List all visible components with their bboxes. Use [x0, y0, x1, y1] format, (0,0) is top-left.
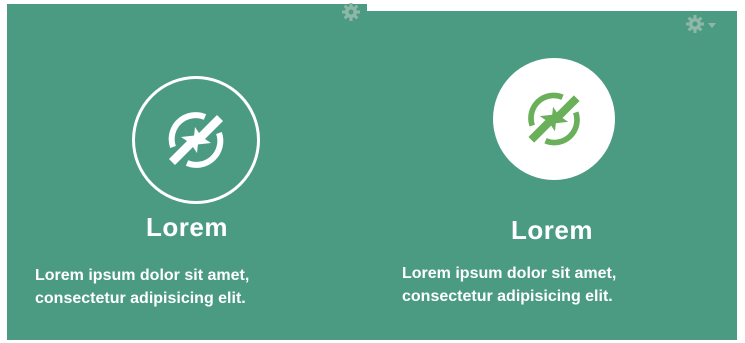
gear-icon [686, 15, 716, 33]
card-description-line-2: consectetur adipisicing elit. [35, 290, 246, 307]
card-description: Lorem ipsum dolor sit amet, consectetur … [35, 264, 345, 310]
card-description-line-1: Lorem ipsum dolor sit amet, [35, 267, 250, 284]
feature-card-1: Lorem Lorem ipsum dolor sit amet, consec… [7, 2, 367, 340]
caret-down-icon [708, 23, 716, 28]
sync-arrows-icon [168, 112, 224, 168]
settings-gear-dropdown[interactable] [685, 14, 719, 34]
card-description-line-2: consectetur adipisicing elit. [402, 288, 613, 305]
gear-icon [342, 3, 360, 21]
icon-container [132, 76, 260, 204]
sync-arrows-icon [528, 92, 580, 146]
card-title: Lorem [511, 215, 593, 245]
card-description: Lorem ipsum dolor sit amet, consectetur … [402, 262, 722, 308]
icon-container [493, 58, 615, 180]
settings-gear-button[interactable] [341, 2, 361, 22]
card-description-line-1: Lorem ipsum dolor sit amet, [402, 265, 617, 282]
card-title: Lorem [146, 212, 228, 242]
feature-card-2: Lorem Lorem ipsum dolor sit amet, consec… [367, 11, 737, 340]
